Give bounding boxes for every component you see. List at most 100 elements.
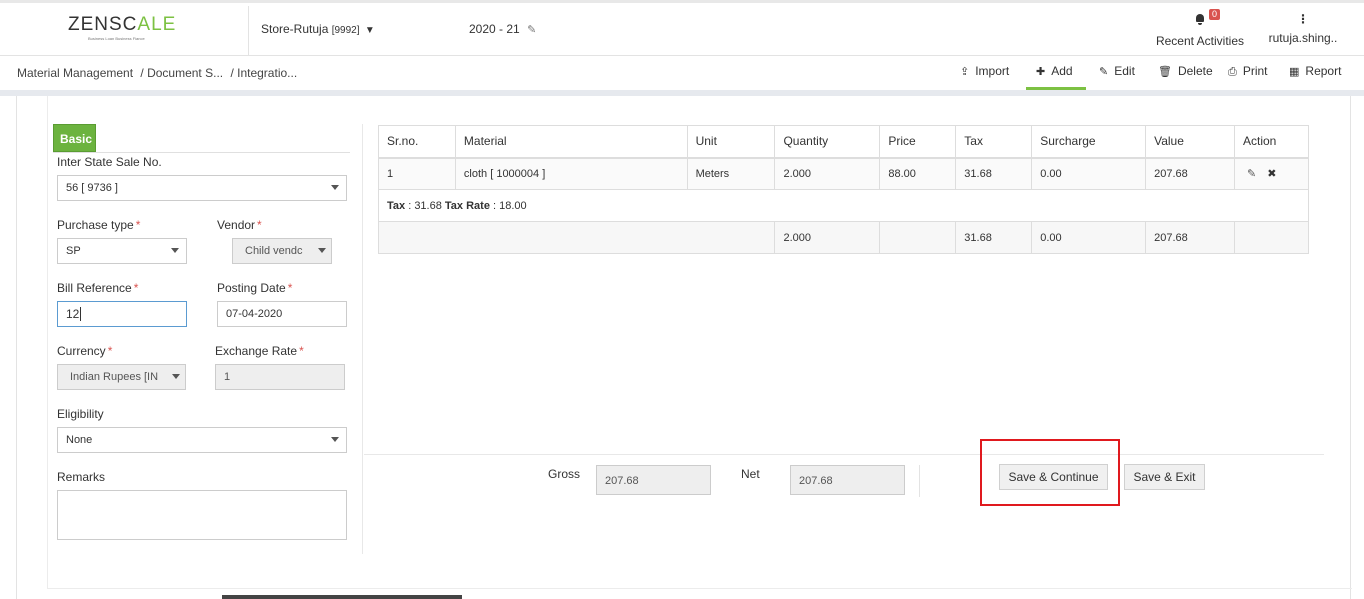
column-divider — [362, 124, 363, 554]
cell-tax: 31.68 — [955, 157, 1033, 190]
cell-value: 207.68 — [1145, 157, 1235, 190]
totals-row: 2.000 31.68 0.00 207.68 — [377, 221, 1309, 254]
col-header-action: Action — [1234, 125, 1309, 159]
col-header-material: Material — [454, 125, 688, 159]
inter-state-sale-select[interactable]: 56 [ 9736 ] — [57, 175, 347, 201]
cell-material: cloth [ 1000004 ] — [454, 157, 688, 190]
totals-spacer — [377, 221, 776, 254]
fiscal-year-selector[interactable]: 2020 - 21 ✎ — [469, 22, 536, 36]
col-header-tax: Tax — [955, 125, 1033, 159]
text-cursor — [80, 307, 82, 321]
total-surcharge: 0.00 — [1031, 221, 1147, 254]
tax-info-cell: Tax : 31.68 Tax Rate : 18.00 — [378, 189, 1309, 222]
trash-icon: 🗑 — [1158, 66, 1172, 78]
import-button[interactable]: ⇪ Import — [960, 64, 1009, 90]
store-code: [9992] — [331, 25, 360, 36]
plus-icon: ✚ — [1036, 66, 1046, 78]
cell-quantity: 2.000 — [774, 157, 881, 190]
bottom-scrollbar[interactable] — [222, 595, 462, 599]
more-vertical-icon: ⋮ — [1297, 12, 1309, 26]
col-header-srno: Sr.no. — [378, 125, 456, 159]
tab-basic[interactable]: Basic — [53, 124, 96, 152]
recent-activities-label: Recent Activities — [1155, 34, 1245, 48]
table-row[interactable]: 1 cloth [ 1000004 ] Meters 2.000 88.00 3… — [378, 157, 1309, 190]
breadcrumb-item-document[interactable]: / Document S... — [140, 66, 223, 80]
remarks-label: Remarks — [57, 470, 106, 484]
footer-divider — [364, 454, 1324, 455]
cell-action: ✎ ✖ — [1234, 157, 1309, 190]
eligibility-select[interactable]: None — [57, 427, 347, 453]
col-header-surcharge: Surcharge — [1031, 125, 1147, 159]
exchange-rate-input[interactable]: 1 — [215, 364, 345, 390]
col-header-unit: Unit — [686, 125, 776, 159]
edit-icon[interactable]: ✎ — [527, 24, 536, 36]
caret-down-icon — [171, 248, 179, 253]
purchase-type-select[interactable]: SP — [57, 238, 187, 264]
caret-down-icon — [318, 248, 326, 253]
total-quantity: 2.000 — [774, 221, 881, 254]
print-button[interactable]: ⎙ Print — [1228, 64, 1268, 90]
total-price — [879, 221, 957, 254]
chevron-down-icon: ▼ — [364, 25, 375, 36]
caret-down-icon — [172, 374, 180, 379]
edit-button[interactable]: ✎ Edit — [1099, 64, 1135, 90]
total-action — [1234, 221, 1309, 254]
net-value: 207.68 — [790, 465, 905, 495]
bill-reference-label: Bill Reference * — [57, 281, 139, 295]
highlight-box — [980, 439, 1120, 506]
eligibility-label: Eligibility — [57, 407, 104, 421]
user-menu[interactable]: ⋮ rutuja.shing.. — [1268, 13, 1338, 45]
posting-date-label: Posting Date * — [217, 281, 293, 295]
exchange-rate-label: Exchange Rate * — [215, 344, 304, 358]
upload-icon: ⇪ — [960, 66, 970, 78]
top-header: ZENSCALE Business Loan Business Fiance S… — [0, 0, 1364, 58]
header-divider — [248, 6, 249, 58]
gross-value: 207.68 — [596, 465, 711, 495]
inter-state-sale-label: Inter State Sale No. — [57, 155, 162, 169]
col-header-quantity: Quantity — [774, 125, 881, 159]
breadcrumb-item-material-management[interactable]: Material Management — [17, 66, 133, 80]
footer-separator — [919, 465, 920, 497]
user-name: rutuja.shing.. — [1268, 31, 1338, 45]
cell-srno: 1 — [378, 157, 456, 190]
remarks-textarea[interactable] — [57, 490, 347, 540]
caret-down-icon — [331, 185, 339, 190]
delete-button[interactable]: 🗑 Delete — [1158, 64, 1213, 90]
gross-label: Gross — [548, 467, 581, 481]
net-label: Net — [741, 467, 760, 481]
items-table: Sr.no. Material Unit Quantity Price Tax … — [377, 125, 1309, 254]
bill-reference-input[interactable]: 12 — [57, 301, 187, 327]
cell-surcharge: 0.00 — [1031, 157, 1147, 190]
recent-activities-button[interactable]: Recent Activities — [1150, 13, 1250, 48]
store-selector[interactable]: Store-Rutuja [9992] ▼ — [261, 22, 375, 36]
col-header-price: Price — [879, 125, 957, 159]
tab-underline — [53, 152, 350, 153]
save-exit-button[interactable]: Save & Exit — [1124, 464, 1205, 490]
cell-unit: Meters — [686, 157, 776, 190]
fiscal-year: 2020 - 21 — [469, 22, 520, 36]
edit-icon: ✎ — [1099, 66, 1109, 78]
cell-price: 88.00 — [879, 157, 957, 190]
sub-header: Material Management / Document S... / In… — [0, 56, 1364, 90]
posting-date-input[interactable]: 07-04-2020 — [217, 301, 347, 327]
total-tax: 31.68 — [955, 221, 1033, 254]
close-icon[interactable]: ✖ — [1267, 167, 1276, 180]
report-button[interactable]: ▦ Report — [1289, 64, 1341, 90]
tax-info-row: Tax : 31.68 Tax Rate : 18.00 — [378, 189, 1309, 222]
col-header-value: Value — [1145, 125, 1235, 159]
vendor-label: Vendor * — [217, 218, 262, 232]
notification-badge: 0 — [1209, 9, 1221, 20]
total-value: 207.68 — [1145, 221, 1235, 254]
add-button[interactable]: ✚ Add — [1026, 64, 1086, 90]
file-icon: ▦ — [1289, 66, 1300, 78]
zenscale-logo[interactable]: ZENSCALE Business Loan Business Fiance — [68, 15, 180, 43]
vendor-select[interactable]: Child vendc — [232, 238, 332, 264]
edit-icon[interactable]: ✎ — [1247, 167, 1256, 180]
caret-down-icon — [331, 437, 339, 442]
breadcrumb-item-integration[interactable]: / Integratio... — [230, 66, 297, 80]
currency-select[interactable]: Indian Rupees [IN — [57, 364, 186, 390]
purchase-type-label: Purchase type * — [57, 218, 141, 232]
table-header-row: Sr.no. Material Unit Quantity Price Tax … — [378, 125, 1309, 159]
breadcrumb: Material Management / Document S... / In… — [17, 66, 301, 80]
logo-wordmark: ZENSCALE — [68, 14, 177, 35]
